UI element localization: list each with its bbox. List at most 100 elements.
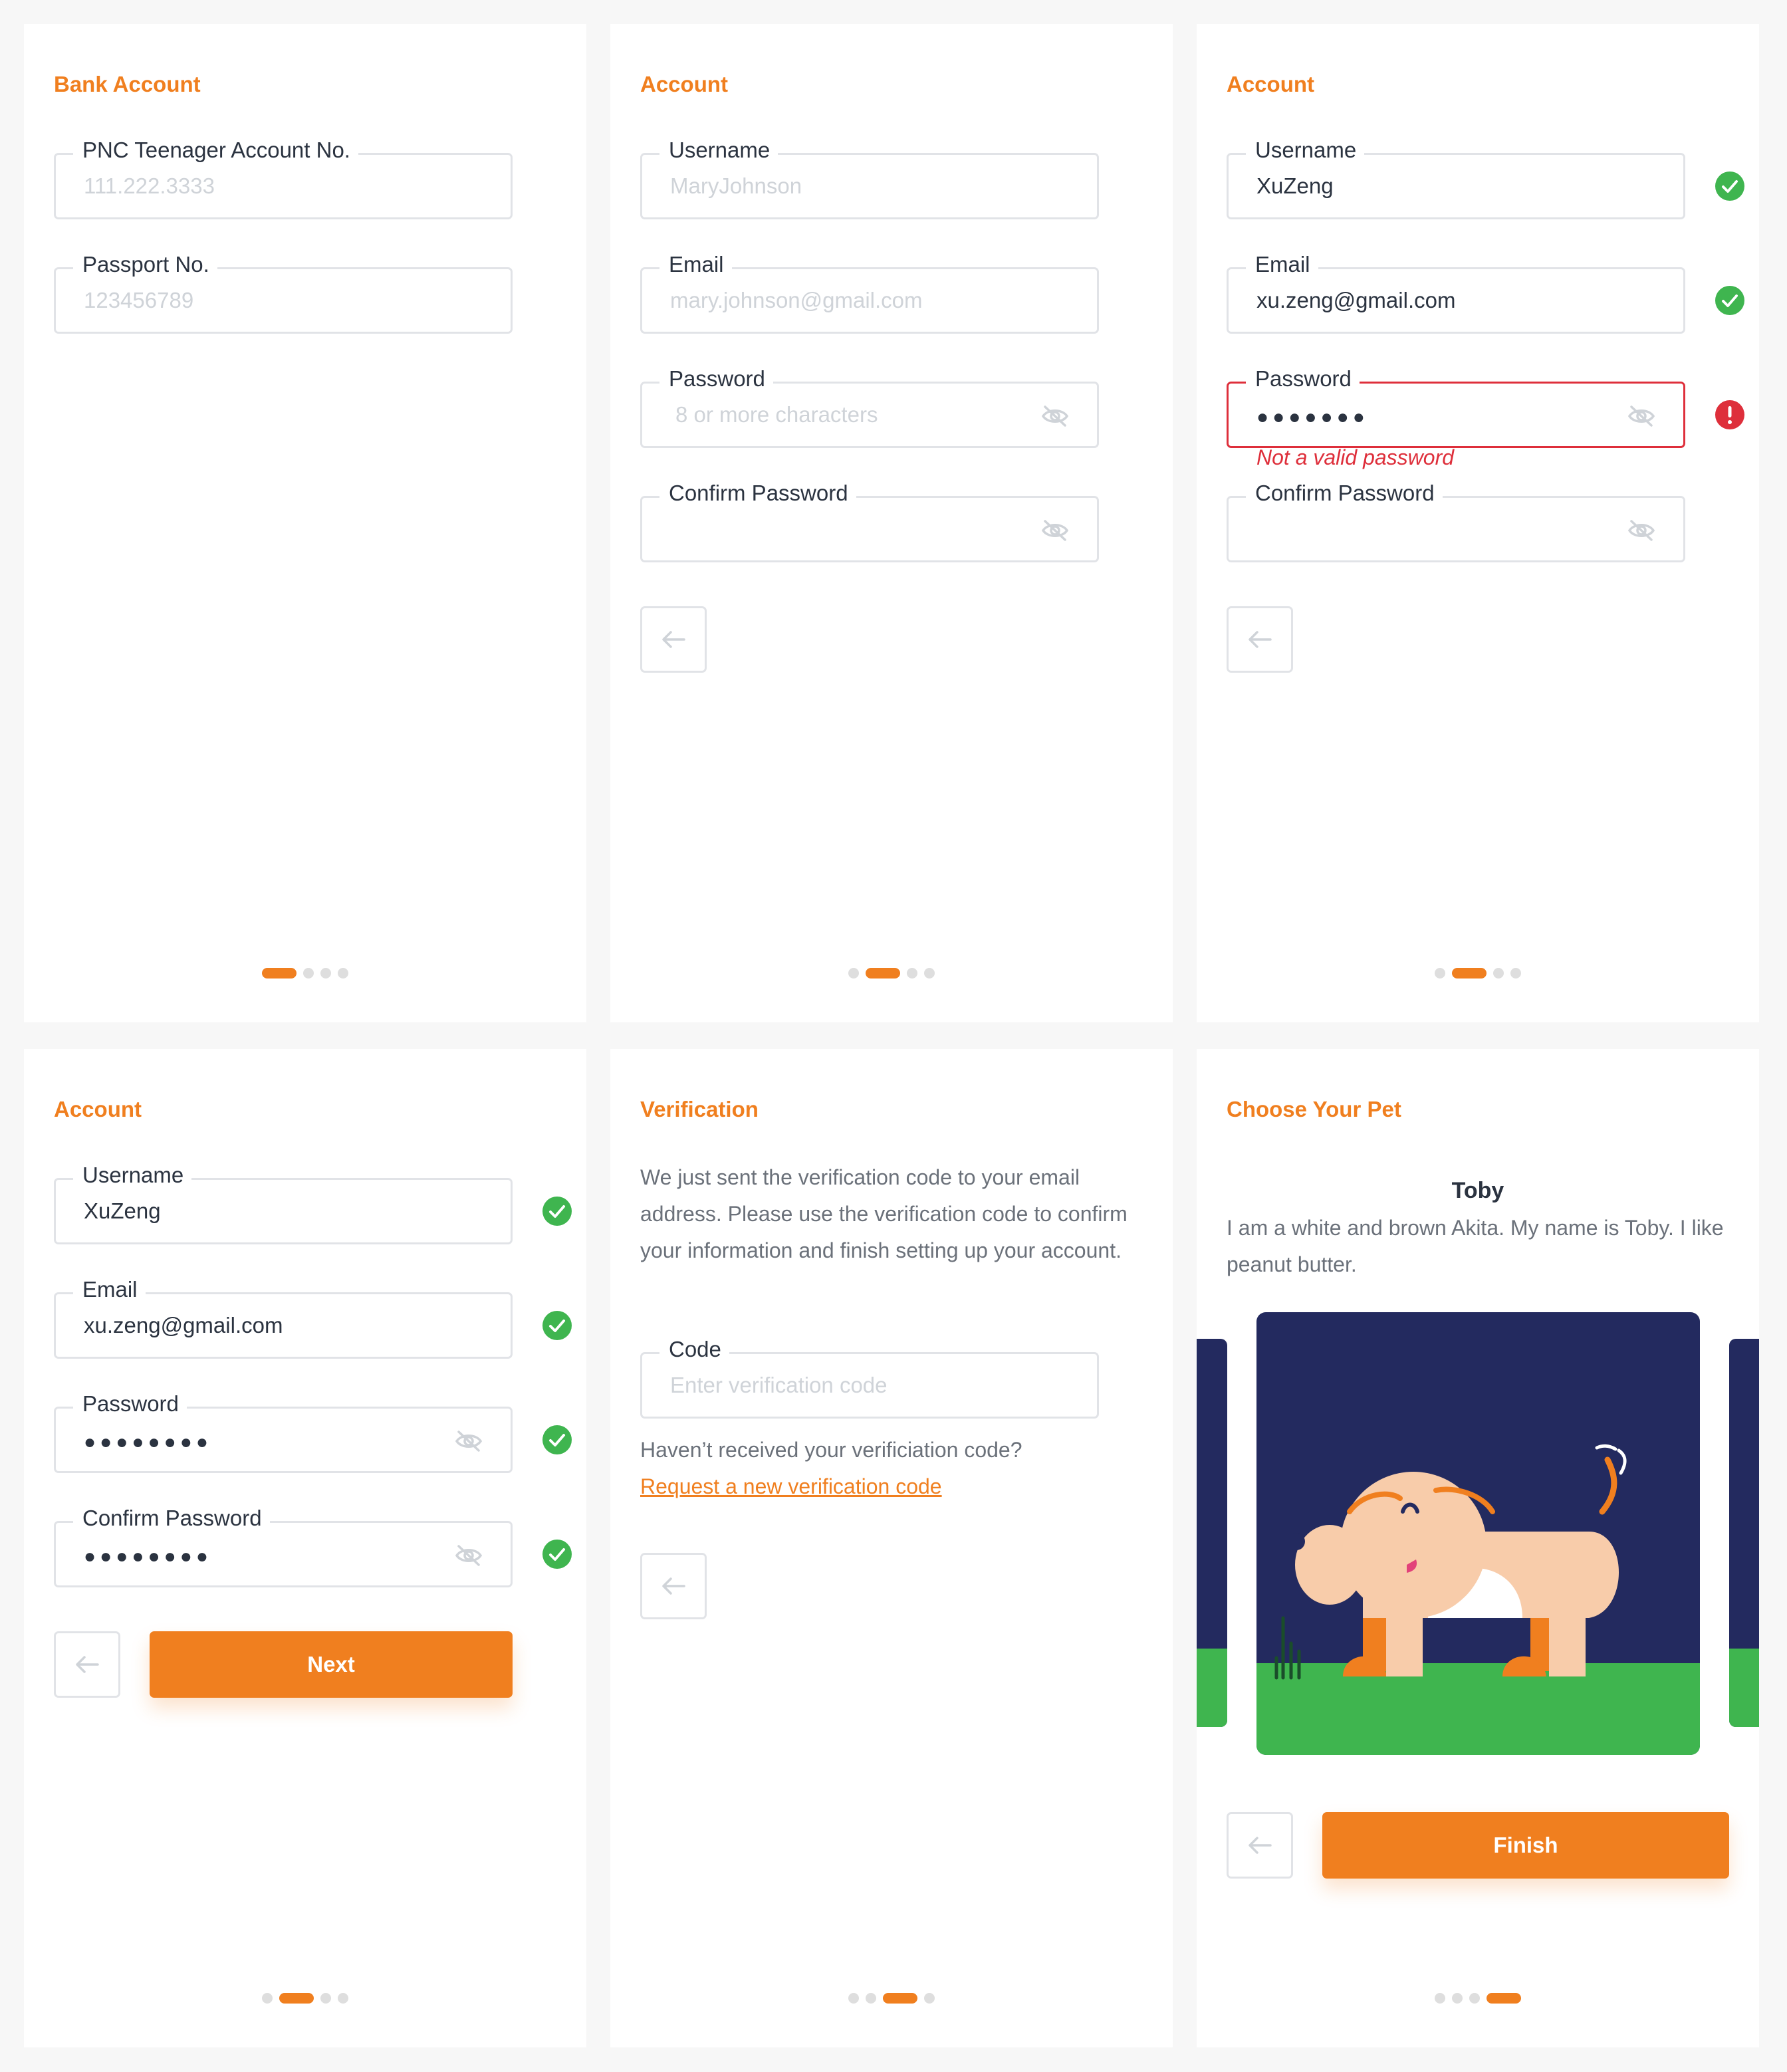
page-indicator bbox=[1435, 1993, 1528, 2004]
page-dot-active bbox=[866, 968, 900, 978]
page-dot-active bbox=[1452, 968, 1487, 978]
password-field[interactable]: Password ●●●●●●● bbox=[1227, 364, 1685, 448]
confirm-password-field[interactable]: Confirm Password bbox=[1227, 478, 1685, 562]
password-label: Password bbox=[73, 1389, 187, 1419]
email-field[interactable]: Email xu.zeng@gmail.com bbox=[1227, 249, 1685, 334]
next-pet-card[interactable] bbox=[1729, 1339, 1759, 1727]
screen-title: Account bbox=[1227, 72, 1314, 96]
username-label: Username bbox=[73, 1160, 192, 1191]
page-dot bbox=[320, 968, 331, 978]
check-circle-icon bbox=[542, 1425, 572, 1454]
eye-off-icon[interactable] bbox=[1041, 519, 1069, 542]
screen-title: Verification bbox=[640, 1097, 759, 1121]
page-dot-active bbox=[1487, 1993, 1521, 2004]
request-new-code-link[interactable]: Request a new verification code bbox=[640, 1474, 942, 1498]
username-field[interactable]: Username XuZeng bbox=[54, 1160, 513, 1244]
confirm-password-label: Confirm Password bbox=[659, 478, 856, 509]
email-value: xu.zeng@gmail.com bbox=[1256, 288, 1456, 312]
email-label: Email bbox=[73, 1274, 146, 1305]
confirm-password-label: Confirm Password bbox=[1246, 478, 1443, 509]
password-label: Password bbox=[1246, 364, 1360, 394]
check-circle-icon bbox=[1715, 286, 1744, 315]
previous-pet-card[interactable] bbox=[1197, 1339, 1227, 1727]
screen-account-valid: Account Username XuZeng Email xu.zeng@gm… bbox=[24, 1049, 586, 2047]
email-label: Email bbox=[1246, 249, 1318, 280]
alert-circle-icon bbox=[1715, 400, 1744, 429]
arrow-left-icon bbox=[662, 631, 685, 648]
page-dot bbox=[924, 1993, 935, 2004]
eye-off-icon[interactable] bbox=[1627, 519, 1655, 542]
confirm-password-label: Confirm Password bbox=[73, 1503, 270, 1534]
screen-account-empty: Account Username MaryJohnson Email mary.… bbox=[610, 24, 1173, 1022]
password-value: ●●●●●●● bbox=[1256, 406, 1369, 428]
username-label: Username bbox=[1246, 135, 1365, 166]
username-value: XuZeng bbox=[84, 1199, 161, 1223]
email-field[interactable]: Email mary.johnson@gmail.com bbox=[640, 249, 1099, 334]
page-dot bbox=[1435, 968, 1445, 978]
screen-title: Account bbox=[640, 72, 728, 96]
check-circle-icon bbox=[542, 1311, 572, 1340]
page-dot bbox=[338, 1993, 348, 2004]
confirm-password-value: ●●●●●●●● bbox=[84, 1546, 212, 1567]
back-button[interactable] bbox=[1227, 1812, 1293, 1879]
page-indicator bbox=[848, 1993, 941, 2004]
check-circle-icon bbox=[542, 1197, 572, 1226]
resend-link-row: Request a new verification code bbox=[640, 1468, 1145, 1505]
check-circle-icon bbox=[542, 1540, 572, 1569]
passport-number-placeholder: 123456789 bbox=[84, 288, 194, 312]
arrow-left-icon bbox=[76, 1656, 99, 1673]
page-indicator bbox=[848, 968, 941, 978]
confirm-password-field[interactable]: Confirm Password bbox=[640, 478, 1099, 562]
screen-title: Account bbox=[54, 1097, 142, 1121]
page-indicator bbox=[1435, 968, 1528, 978]
password-value: ●●●●●●●● bbox=[84, 1431, 212, 1453]
page-dot bbox=[1493, 968, 1504, 978]
finish-button[interactable]: Finish bbox=[1322, 1812, 1729, 1879]
eye-off-icon[interactable] bbox=[1041, 405, 1069, 427]
email-label: Email bbox=[659, 249, 732, 280]
verification-instructions: We just sent the verification code to yo… bbox=[640, 1165, 1128, 1262]
account-number-field[interactable]: PNC Teenager Account No. 111.222.3333 bbox=[54, 135, 513, 219]
passport-number-label: Passport No. bbox=[73, 249, 217, 280]
page-dot bbox=[907, 968, 917, 978]
passport-number-field[interactable]: Passport No. 123456789 bbox=[54, 249, 513, 334]
arrow-left-icon bbox=[1249, 631, 1272, 648]
confirm-password-field[interactable]: Confirm Password ●●●●●●●● bbox=[54, 1503, 513, 1587]
next-button[interactable]: Next bbox=[150, 1631, 513, 1698]
page-dot bbox=[1469, 1993, 1480, 2004]
back-button[interactable] bbox=[640, 606, 707, 673]
check-circle-icon bbox=[1715, 172, 1744, 201]
username-value: XuZeng bbox=[1256, 173, 1334, 198]
page-dot bbox=[303, 968, 314, 978]
account-number-label: PNC Teenager Account No. bbox=[73, 135, 358, 166]
username-field[interactable]: Username MaryJohnson bbox=[640, 135, 1099, 219]
page-dot bbox=[1510, 968, 1521, 978]
screen-bank-account: Bank Account PNC Teenager Account No. 11… bbox=[24, 24, 586, 1022]
back-button[interactable] bbox=[1227, 606, 1293, 673]
screen-verification: Verification We just sent the verificati… bbox=[610, 1049, 1173, 2047]
page-dot bbox=[320, 1993, 331, 2004]
username-placeholder: MaryJohnson bbox=[670, 173, 802, 198]
page-dot bbox=[262, 1993, 273, 2004]
back-button[interactable] bbox=[640, 1553, 707, 1619]
screen-title: Bank Account bbox=[54, 72, 201, 96]
arrow-left-icon bbox=[1249, 1837, 1272, 1854]
arrow-left-icon bbox=[662, 1577, 685, 1595]
eye-off-icon[interactable] bbox=[1627, 405, 1655, 427]
password-field[interactable]: Password 8 or more characters bbox=[640, 364, 1099, 448]
password-field[interactable]: Password ●●●●●●●● bbox=[54, 1389, 513, 1473]
resend-prompt: Haven’t received your verificiation code… bbox=[640, 1438, 1022, 1462]
eye-off-icon[interactable] bbox=[455, 1544, 483, 1567]
eye-off-icon[interactable] bbox=[455, 1430, 483, 1452]
page-dot bbox=[866, 1993, 876, 2004]
email-field[interactable]: Email xu.zeng@gmail.com bbox=[54, 1274, 513, 1359]
back-button[interactable] bbox=[54, 1631, 120, 1698]
page-dot-active bbox=[883, 1993, 917, 2004]
pet-illustration-card[interactable] bbox=[1256, 1312, 1700, 1755]
account-number-placeholder: 111.222.3333 bbox=[84, 173, 215, 198]
username-field[interactable]: Username XuZeng bbox=[1227, 135, 1685, 219]
page-dot bbox=[924, 968, 935, 978]
page-dot bbox=[1435, 1993, 1445, 2004]
code-field[interactable]: Code Enter verification code bbox=[640, 1334, 1099, 1419]
screen-choose-pet: Choose Your Pet Toby I am a white and br… bbox=[1197, 1049, 1759, 2047]
